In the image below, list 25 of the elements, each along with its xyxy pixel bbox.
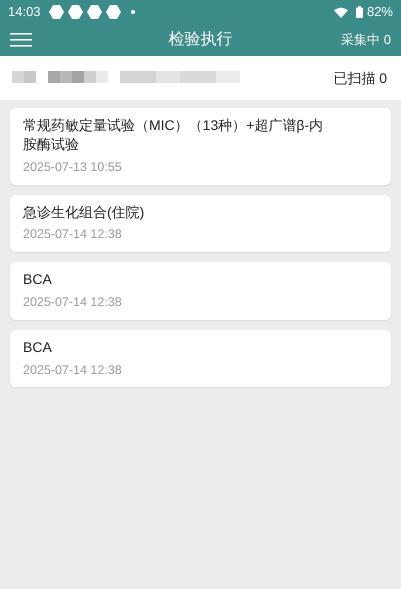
test-name: 急诊生化组合(住院) — [23, 202, 146, 222]
order-time: 2025-07-13 10:55 — [23, 158, 123, 176]
notification-icon — [48, 5, 64, 19]
order-time: 2025-07-14 12:38 — [23, 294, 123, 312]
test-name: BCA — [23, 270, 53, 290]
collecting-count[interactable]: 采集中 0 — [341, 30, 391, 50]
page-title: 检验执行 — [168, 30, 232, 50]
test-item-card[interactable]: BCA 2025-07-14 12:38 — [10, 330, 391, 388]
order-time: 2025-07-14 12:38 — [23, 362, 123, 379]
test-name: BCA — [23, 338, 53, 357]
test-item-card[interactable]: 常规药敏定量试验（MIC）（13种）+超广谱β-内 胺酶试验 2025-07-13 10:55 — [10, 108, 391, 185]
test-item-card[interactable]: BCA 2025-07-14 12:38 — [10, 262, 391, 320]
battery-percentage: 82% — [366, 3, 393, 22]
notification-icon — [106, 5, 121, 19]
status-time: 14:03 — [8, 3, 41, 22]
wifi-icon — [334, 6, 348, 18]
battery-icon — [356, 6, 363, 18]
scanned-count: 已扫描 0 — [333, 68, 387, 88]
test-name: 常规药敏定量试验（MIC）（13种）+超广谱β-内 胺酶试验 — [23, 116, 324, 154]
order-time: 2025-07-14 12:38 — [23, 226, 123, 244]
notification-icon — [68, 5, 83, 19]
test-item-card[interactable]: 急诊生化组合(住院) 2025-07-14 12:38 — [10, 194, 391, 252]
more-notifications-icon — [130, 10, 135, 14]
notification-icon — [86, 5, 102, 19]
menu-icon[interactable] — [10, 33, 32, 47]
